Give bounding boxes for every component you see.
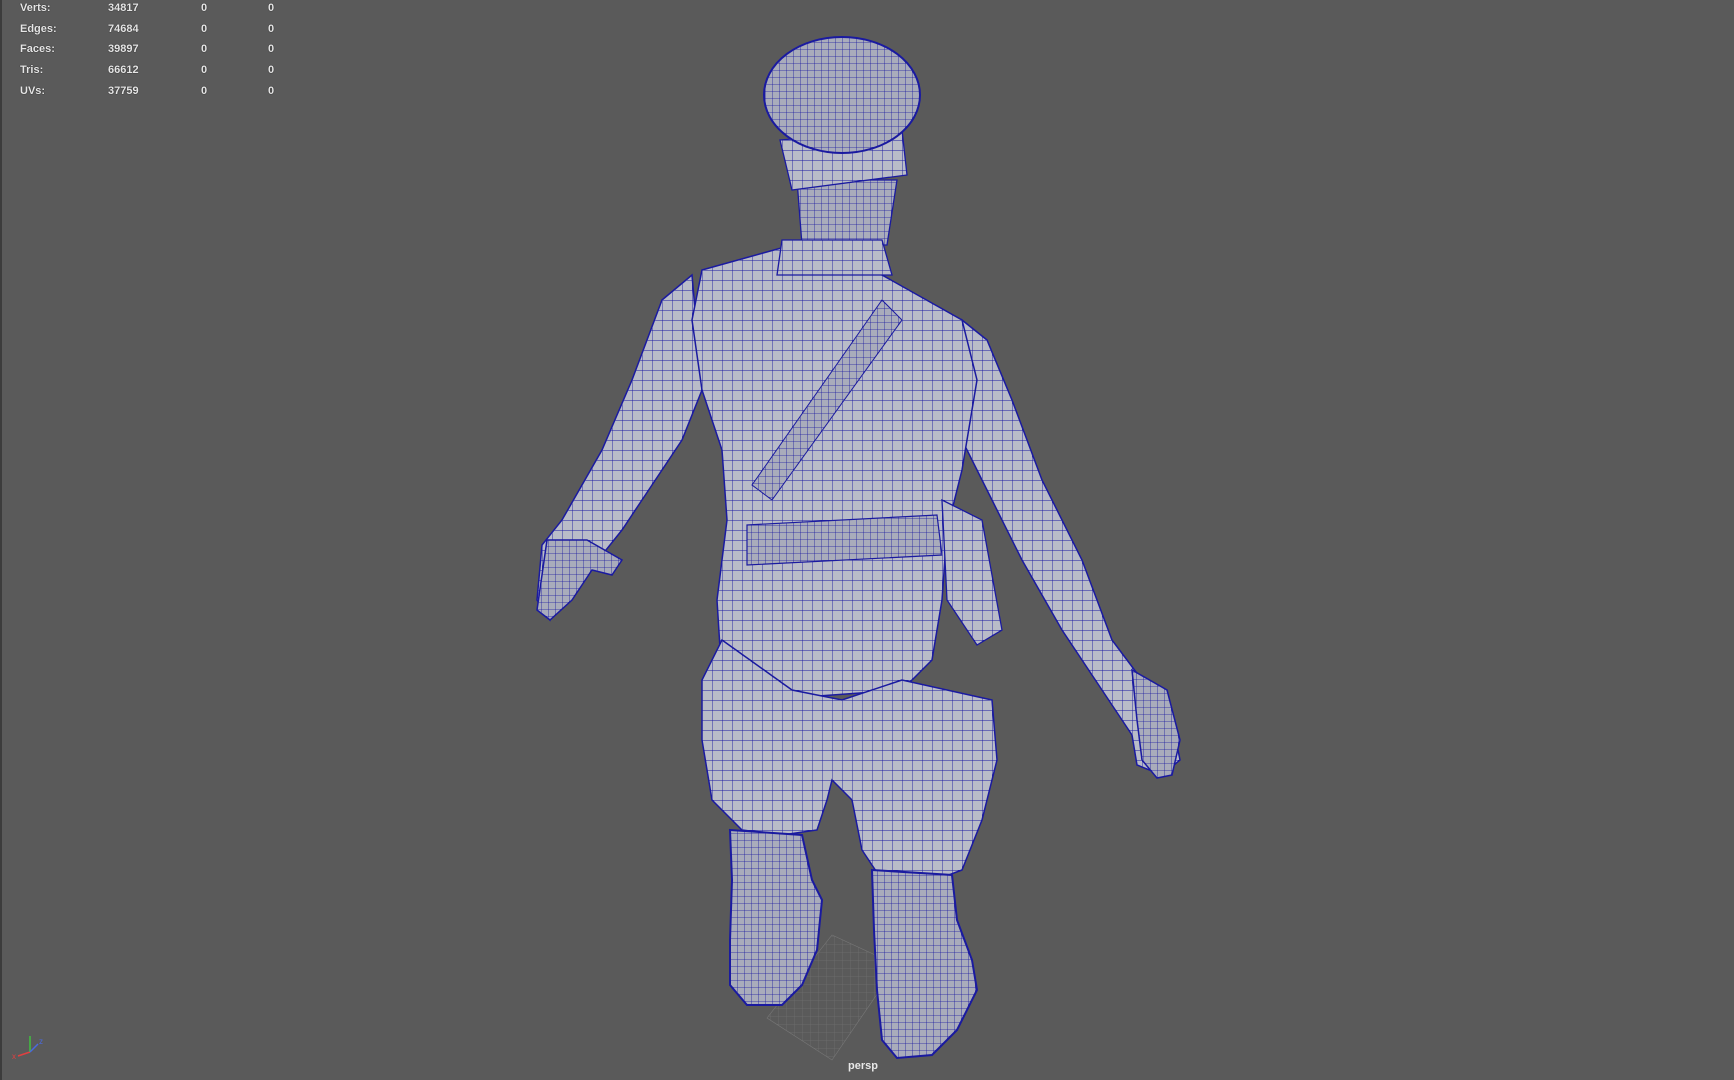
torso-mesh (691, 244, 978, 701)
pouch-mesh (941, 498, 1003, 646)
cap-top-mesh (763, 36, 921, 154)
camera-name-label: persp (848, 1060, 878, 1072)
viewport-persp[interactable]: Verts: 34817 0 0 Edges: 74684 0 0 Faces:… (0, 0, 1734, 1080)
right-boot-mesh (870, 868, 979, 1060)
collar-mesh (776, 239, 893, 276)
left-hand-mesh (536, 539, 624, 621)
neck-mesh (796, 179, 898, 246)
axis-x-label: x (12, 1052, 16, 1060)
axis-z-label: z (39, 1037, 43, 1046)
view-axis-indicator-icon: x z (12, 1036, 43, 1060)
soldier-wireframe-model[interactable] (2, 0, 1734, 1080)
